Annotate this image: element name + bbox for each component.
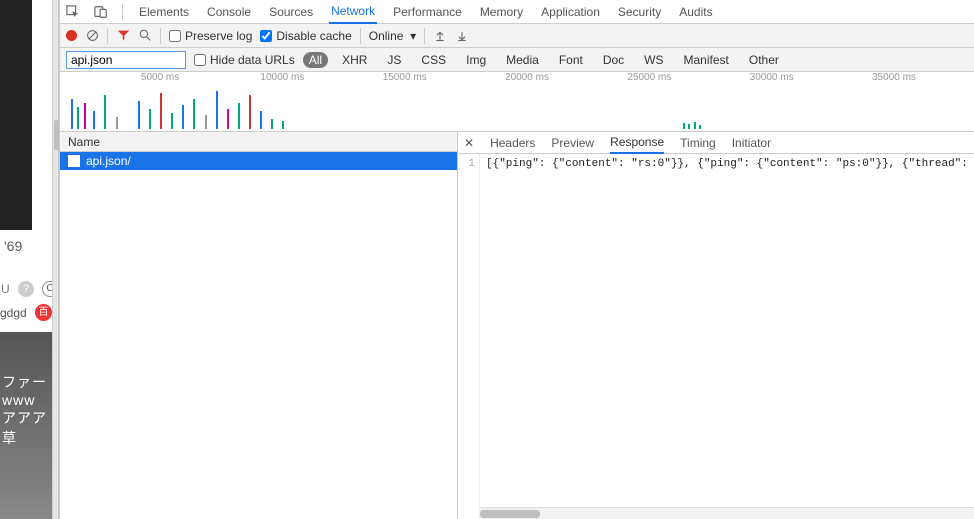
file-icon: [68, 155, 80, 167]
separator: [160, 28, 161, 44]
type-filter-doc[interactable]: Doc: [597, 52, 630, 68]
timeline-chart: [60, 85, 974, 131]
preserve-log-checkbox[interactable]: Preserve log: [169, 29, 252, 43]
network-content: Name api.json/ ✕ Headers Preview Respons…: [60, 132, 974, 519]
disable-cache-checkbox[interactable]: Disable cache: [260, 29, 351, 43]
devtools-tabs: Elements Console Sources Network Perform…: [60, 0, 974, 24]
detail-tab-response[interactable]: Response: [610, 132, 664, 154]
network-timeline[interactable]: 5000 ms 10000 ms 15000 ms 20000 ms 25000…: [60, 72, 974, 132]
tab-memory[interactable]: Memory: [478, 1, 525, 23]
bg-text-gdgd: gdgd: [0, 306, 27, 320]
bg-letter-u: U: [1, 282, 10, 296]
timeline-tick: 35000 ms: [872, 72, 916, 83]
request-name: api.json/: [86, 154, 131, 168]
type-filter-other[interactable]: Other: [743, 52, 785, 68]
tab-audits[interactable]: Audits: [677, 1, 714, 23]
detail-tab-initiator[interactable]: Initiator: [732, 133, 771, 153]
record-button[interactable]: [66, 30, 77, 41]
type-filter-img[interactable]: Img: [460, 52, 492, 68]
hide-data-urls-input[interactable]: [194, 54, 206, 66]
video-thumbnail[interactable]: ファー www アアア 草: [0, 332, 52, 519]
tab-elements[interactable]: Elements: [137, 1, 191, 23]
separator: [122, 4, 123, 20]
type-filter-xhr[interactable]: XHR: [336, 52, 373, 68]
name-column-header[interactable]: Name: [60, 132, 457, 152]
pane-resize-handle[interactable]: [52, 0, 59, 519]
help-icon[interactable]: ?: [18, 281, 34, 297]
type-filter-all[interactable]: All: [303, 52, 328, 68]
tab-application[interactable]: Application: [539, 1, 602, 23]
clear-icon[interactable]: [85, 29, 99, 43]
inspect-element-icon[interactable]: [66, 5, 80, 19]
upload-har-icon[interactable]: [433, 29, 447, 43]
video-overlay-text: ファー www アアア 草: [2, 374, 47, 446]
request-detail: ✕ Headers Preview Response Timing Initia…: [458, 132, 974, 519]
background-black-area: [0, 0, 32, 230]
background-app-strip: '69 U ? C gdgd 百 ファー www アアア 草: [0, 0, 52, 519]
detail-tab-headers[interactable]: Headers: [490, 133, 535, 153]
bg-number: '69: [4, 238, 22, 254]
separator: [360, 28, 361, 44]
throttle-select[interactable]: Online ▾: [369, 29, 416, 43]
timeline-tick: 30000 ms: [750, 72, 794, 83]
close-detail-icon[interactable]: ✕: [464, 136, 474, 150]
timeline-tick: 20000 ms: [505, 72, 549, 83]
filter-icon[interactable]: [116, 29, 130, 43]
timeline-tick: 10000 ms: [260, 72, 304, 83]
disable-cache-input[interactable]: [260, 30, 272, 42]
download-har-icon[interactable]: [455, 29, 469, 43]
type-filter-media[interactable]: Media: [500, 52, 545, 68]
scrollbar-thumb[interactable]: [54, 120, 59, 150]
timeline-tick: 15000 ms: [383, 72, 427, 83]
timeline-ticks: 5000 ms 10000 ms 15000 ms 20000 ms 25000…: [60, 72, 974, 85]
devtools-panel: Elements Console Sources Network Perform…: [59, 0, 974, 519]
device-toggle-icon[interactable]: [94, 5, 108, 19]
type-filter-css[interactable]: CSS: [415, 52, 452, 68]
line-gutter: 1: [458, 154, 480, 519]
detail-tab-preview[interactable]: Preview: [551, 133, 594, 153]
type-filter-ws[interactable]: WS: [638, 52, 669, 68]
request-row[interactable]: api.json/: [60, 152, 457, 170]
type-filter-js[interactable]: JS: [381, 52, 407, 68]
timeline-tick: 25000 ms: [627, 72, 671, 83]
tab-performance[interactable]: Performance: [391, 1, 464, 23]
preserve-log-input[interactable]: [169, 30, 181, 42]
detail-tabs: ✕ Headers Preview Response Timing Initia…: [458, 132, 974, 154]
detail-tab-timing[interactable]: Timing: [680, 133, 716, 153]
tab-console[interactable]: Console: [205, 1, 253, 23]
request-list: Name api.json/: [60, 132, 458, 519]
network-toolbar: Preserve log Disable cache Online ▾: [60, 24, 974, 48]
horizontal-scrollbar[interactable]: [480, 507, 974, 519]
tab-sources[interactable]: Sources: [267, 1, 315, 23]
type-filter-manifest[interactable]: Manifest: [678, 52, 735, 68]
separator: [107, 28, 108, 44]
scrollbar-thumb[interactable]: [480, 510, 540, 518]
baidu-icon[interactable]: 百: [35, 304, 52, 321]
response-body[interactable]: [{"ping": {"content": "rs:0"}}, {"ping":…: [480, 154, 974, 519]
filter-bar: Hide data URLs All XHR JS CSS Img Media …: [60, 48, 974, 72]
timeline-tick: 5000 ms: [141, 72, 179, 83]
hide-data-urls-checkbox[interactable]: Hide data URLs: [194, 53, 295, 67]
type-filter-font[interactable]: Font: [553, 52, 589, 68]
tab-network[interactable]: Network: [329, 0, 377, 24]
tab-security[interactable]: Security: [616, 1, 663, 23]
response-viewer: 1 [{"ping": {"content": "rs:0"}}, {"ping…: [458, 154, 974, 519]
filter-input[interactable]: [66, 51, 186, 69]
search-icon[interactable]: [138, 29, 152, 43]
separator: [424, 28, 425, 44]
